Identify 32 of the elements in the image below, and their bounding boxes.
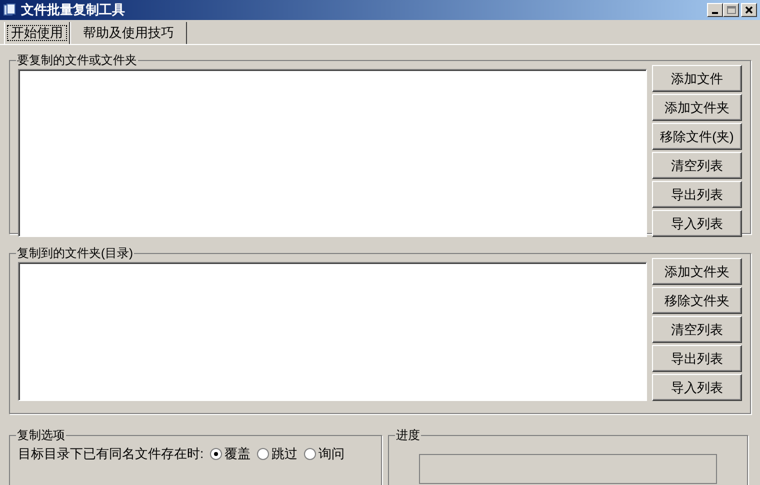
app-icon bbox=[3, 3, 17, 17]
window-title: 文件批量复制工具 bbox=[21, 1, 126, 20]
action-button[interactable]: 清空列表 bbox=[652, 152, 742, 179]
action-button[interactable]: 导入列表 bbox=[652, 374, 742, 401]
close-icon bbox=[743, 5, 755, 15]
radio-button[interactable] bbox=[304, 448, 316, 460]
action-button[interactable]: 导入列表 bbox=[652, 210, 742, 237]
group-title: 要复制的文件或文件夹 bbox=[16, 52, 138, 69]
action-button[interactable]: 导出列表 bbox=[652, 181, 742, 208]
group-title: 进度 bbox=[395, 427, 421, 444]
minimize-icon bbox=[712, 12, 718, 14]
radio-label: 跳过 bbox=[272, 445, 298, 463]
radio-button[interactable] bbox=[256, 448, 269, 460]
action-button[interactable]: 移除文件夹 bbox=[652, 287, 742, 314]
radio-label: 覆盖 bbox=[224, 445, 251, 463]
group-title: 复制到的文件夹(目录) bbox=[16, 245, 134, 262]
minimize-button[interactable] bbox=[707, 3, 723, 17]
action-button[interactable]: 清空列表 bbox=[652, 316, 742, 343]
tab[interactable]: 帮助及使用技巧 bbox=[70, 22, 187, 44]
action-button[interactable]: 添加文件夹 bbox=[652, 258, 742, 285]
action-button[interactable]: 添加文件夹 bbox=[652, 94, 742, 121]
option-label: 目标目录下已有同名文件存在时: bbox=[18, 445, 204, 463]
tab[interactable]: 开始使用 bbox=[4, 22, 70, 44]
close-button[interactable] bbox=[741, 3, 757, 17]
radio-button[interactable] bbox=[210, 448, 222, 460]
action-button[interactable]: 移除文件(夹) bbox=[652, 123, 742, 150]
maximize-icon bbox=[725, 5, 737, 15]
action-button[interactable]: 导出列表 bbox=[652, 345, 742, 372]
maximize-button[interactable] bbox=[723, 3, 739, 17]
radio-label: 询问 bbox=[318, 445, 345, 463]
group-title: 复制选项 bbox=[16, 427, 66, 444]
action-button[interactable]: 添加文件 bbox=[652, 65, 742, 92]
